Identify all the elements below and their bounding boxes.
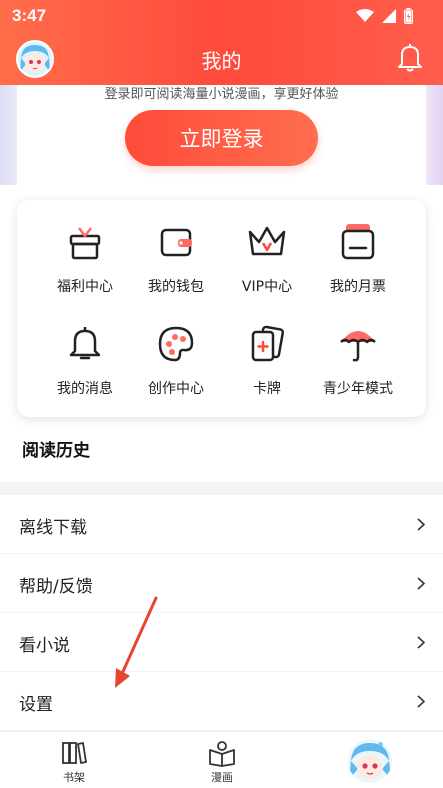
grid-item-wallet[interactable]: 我的钱包 [126,222,226,312]
grid-item-label: 卡牌 [253,381,281,397]
battery-icon [404,8,413,24]
tab-label: 书架 [63,771,85,784]
crown-icon [248,226,286,256]
chevron-right-icon [417,518,425,531]
list-item-settings[interactable]: 设置 [0,672,443,731]
tab-comic[interactable]: 漫画 [148,732,296,788]
login-card: 登录即可阅读海量小说漫画，享更好体验 立即登录 [17,85,426,185]
umbrella-icon [340,331,376,362]
gift-icon [69,227,101,260]
status-bar: 3:47 [0,0,443,32]
tab-bookshelf[interactable]: 书架 [0,732,148,788]
notification-bell-icon[interactable] [397,42,423,76]
list-item-help-feedback[interactable]: 帮助/反馈 [0,554,443,613]
chevron-right-icon [417,636,425,649]
ticket-icon [341,224,375,260]
title-bar: 我的 [0,36,443,82]
list-item-label: 设置 [19,695,53,715]
bookshelf-icon [62,742,87,764]
bell-icon [69,327,101,360]
grid-item-creation[interactable]: 创作中心 [126,324,226,414]
list-item-label: 离线下载 [19,518,87,538]
grid-item-label: 青少年模式 [323,381,393,397]
list-item-label: 帮助/反馈 [19,577,93,597]
chevron-right-icon [417,695,425,708]
list-item-label: 看小说 [19,636,70,656]
bottom-tab-bar: 书架 漫画 [0,731,443,788]
login-button[interactable]: 立即登录 [125,110,318,166]
palette-icon [158,326,194,362]
tab-profile[interactable] [296,732,443,788]
grid-item-label: 我的消息 [57,381,113,397]
tab-label: 漫画 [211,771,233,784]
signal-icon [382,9,396,23]
grid-item-label: 创作中心 [148,381,204,397]
comic-icon [209,741,235,767]
header-bar: 3:47 我的 [0,0,443,85]
grid-item-vip[interactable]: VIP中心 [217,222,317,312]
list-item-read-novels[interactable]: 看小说 [0,613,443,672]
grid-item-label: VIP中心 [241,279,293,295]
grid-item-label: 我的钱包 [148,279,204,295]
avatar-image [348,739,392,783]
wifi-icon [356,9,374,22]
wallet-icon [160,228,192,257]
cards-icon [251,325,285,362]
feature-grid: 福利中心 我的钱包 VIP中心 我的月票 我的消息 创作中心 卡牌 青少年模式 [17,200,426,417]
profile-avatar [348,739,392,783]
grid-item-welfare[interactable]: 福利中心 [35,222,135,312]
grid-item-monthly-ticket[interactable]: 我的月票 [308,222,408,312]
login-tip: 登录即可阅读海量小说漫画，享更好体验 [104,87,339,102]
grid-item-teen-mode[interactable]: 青少年模式 [308,324,408,414]
settings-list: 离线下载 帮助/反馈 看小说 设置 [0,495,443,731]
chevron-right-icon [417,577,425,590]
list-item-offline-download[interactable]: 离线下载 [0,495,443,554]
grid-item-cards[interactable]: 卡牌 [217,324,317,414]
grid-item-messages[interactable]: 我的消息 [35,324,135,414]
reading-history-title[interactable]: 阅读历史 [22,436,90,461]
page-title: 我的 [201,49,242,73]
status-time: 3:47 [12,6,47,25]
status-icons [356,8,413,24]
grid-item-label: 我的月票 [330,279,386,295]
grid-item-label: 福利中心 [57,279,113,295]
